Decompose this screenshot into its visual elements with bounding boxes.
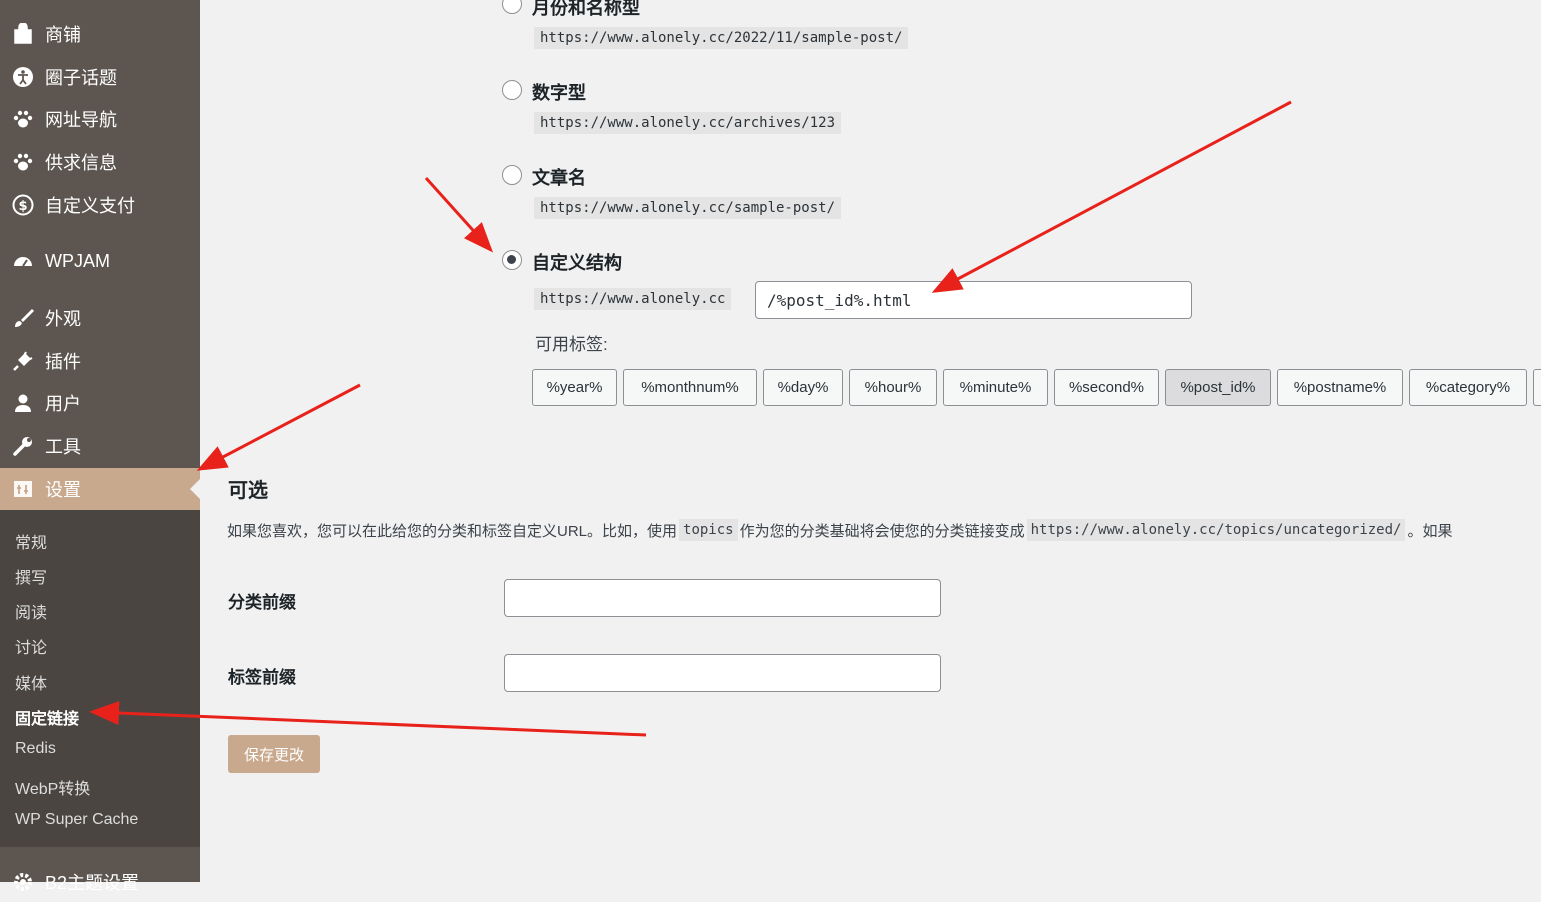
submenu-general[interactable]: 常规: [15, 529, 47, 553]
menu-label: WPJAM: [45, 250, 110, 271]
menu-item-url-nav[interactable]: 网址导航: [0, 99, 200, 139]
shop-icon: [11, 22, 35, 46]
radio-numeric[interactable]: [502, 80, 522, 100]
dashboard-icon: [11, 249, 35, 273]
option-label-post-name: 文章名: [532, 168, 586, 188]
settings-icon: [11, 477, 35, 501]
tag-base-input[interactable]: [504, 654, 941, 692]
tag-button-monthnum[interactable]: %monthnum%: [623, 369, 757, 406]
wrench-icon: [11, 434, 35, 458]
desc-code-topics: topics: [679, 519, 738, 541]
submenu-discussion[interactable]: 讨论: [15, 634, 47, 658]
option-label-month-name: 月份和名称型: [532, 0, 640, 18]
category-base-input[interactable]: [504, 579, 941, 617]
gear-icon: [11, 870, 35, 894]
menu-item-plugins[interactable]: 插件: [0, 341, 200, 381]
desc-text: 如果您喜欢，您可以在此给您的分类和标签自定义URL。比如，使用: [227, 522, 678, 540]
optional-section-title: 可选: [228, 480, 268, 502]
menu-label: 外观: [45, 309, 81, 329]
menu-item-custom-pay[interactable]: $ 自定义支付: [0, 185, 200, 225]
menu-item-settings[interactable]: 设置: [0, 468, 200, 510]
tag-button-post-id[interactable]: %post_id%: [1165, 369, 1271, 406]
menu-item-appearance[interactable]: 外观: [0, 298, 200, 338]
menu-item-b2-theme[interactable]: B2主题设置: [0, 862, 200, 902]
submenu-wp-super-cache[interactable]: WP Super Cache: [15, 811, 138, 829]
example-url-numeric: https://www.alonely.cc/archives/123: [534, 112, 842, 134]
radio-month-name[interactable]: [502, 0, 522, 14]
user-icon: [11, 391, 35, 415]
submenu-writing[interactable]: 撰写: [15, 564, 47, 588]
menu-label: 工具: [45, 437, 81, 457]
menu-label: 网址导航: [45, 110, 117, 130]
tag-button-hour[interactable]: %hour%: [849, 369, 937, 406]
tag-button-more[interactable]: [1533, 369, 1541, 406]
custom-structure-input[interactable]: /%post_id%.html: [755, 281, 1192, 319]
example-url-month-name: https://www.alonely.cc/2022/11/sample-po…: [534, 27, 909, 49]
menu-item-supply-info[interactable]: 供求信息: [0, 142, 200, 182]
tag-button-second[interactable]: %second%: [1054, 369, 1159, 406]
submenu-reading[interactable]: 阅读: [15, 599, 47, 623]
menu-item-circle-topics[interactable]: 圈子话题: [0, 57, 200, 97]
accessibility-icon: [11, 65, 35, 89]
tag-base-label: 标签前缀: [228, 668, 296, 687]
tag-button-day[interactable]: %day%: [763, 369, 843, 406]
admin-sidebar: 商铺 圈子话题 网址导航 供求信息 $ 自定义支付 WPJAM 外观 插件 用户…: [0, 0, 201, 893]
custom-structure-prefix: https://www.alonely.cc: [534, 288, 732, 310]
menu-label: 自定义支付: [45, 196, 135, 216]
save-changes-button[interactable]: 保存更改: [228, 735, 320, 773]
desc-text: 作为您的分类基础将会使您的分类链接变成: [739, 522, 1025, 540]
optional-description: 如果您喜欢，您可以在此给您的分类和标签自定义URL。比如，使用 topics 作…: [227, 519, 1453, 541]
paw-icon: [11, 107, 35, 131]
menu-label: 设置: [45, 480, 81, 500]
menu-label: B2主题设置: [45, 873, 140, 893]
menu-item-tools[interactable]: 工具: [0, 426, 200, 466]
menu-item-wpjam[interactable]: WPJAM: [0, 241, 200, 281]
menu-label: 供求信息: [45, 153, 117, 173]
menu-label: 圈子话题: [45, 68, 117, 88]
submenu-redis[interactable]: Redis: [15, 740, 56, 758]
submenu-webp[interactable]: WebP转换: [15, 775, 90, 799]
example-url-post-name: https://www.alonely.cc/sample-post/: [534, 197, 842, 219]
menu-item-shop[interactable]: 商铺: [0, 14, 200, 54]
submenu-permalinks[interactable]: 固定链接: [15, 705, 79, 729]
tag-button-category[interactable]: %category%: [1409, 369, 1527, 406]
desc-code-url: https://www.alonely.cc/topics/uncategori…: [1026, 519, 1406, 541]
tag-button-postname[interactable]: %postname%: [1277, 369, 1403, 406]
dollar-icon: $: [11, 193, 35, 217]
tag-button-minute[interactable]: %minute%: [943, 369, 1048, 406]
option-label-custom-structure: 自定义结构: [532, 253, 622, 273]
desc-text: 。如果: [1407, 522, 1453, 540]
option-label-numeric: 数字型: [532, 83, 586, 103]
category-base-label: 分类前缀: [228, 593, 296, 612]
menu-label: 用户: [45, 394, 81, 414]
svg-text:$: $: [18, 199, 27, 214]
radio-custom-structure[interactable]: [502, 250, 522, 270]
available-tags-label: 可用标签:: [535, 335, 608, 354]
menu-label: 插件: [45, 352, 81, 372]
plugin-icon: [11, 349, 35, 373]
menu-item-users[interactable]: 用户: [0, 383, 200, 423]
menu-label: 商铺: [45, 25, 81, 45]
submenu-media[interactable]: 媒体: [15, 670, 47, 694]
settings-submenu: 常规 撰写 阅读 讨论 媒体 固定链接 Redis WebP转换 WP Supe…: [0, 510, 200, 847]
main-content: 月份和名称型 https://www.alonely.cc/2022/11/sa…: [200, 0, 1541, 882]
radio-post-name[interactable]: [502, 165, 522, 185]
brush-icon: [11, 306, 35, 330]
paw-icon: [11, 150, 35, 174]
tag-button-year[interactable]: %year%: [532, 369, 617, 406]
